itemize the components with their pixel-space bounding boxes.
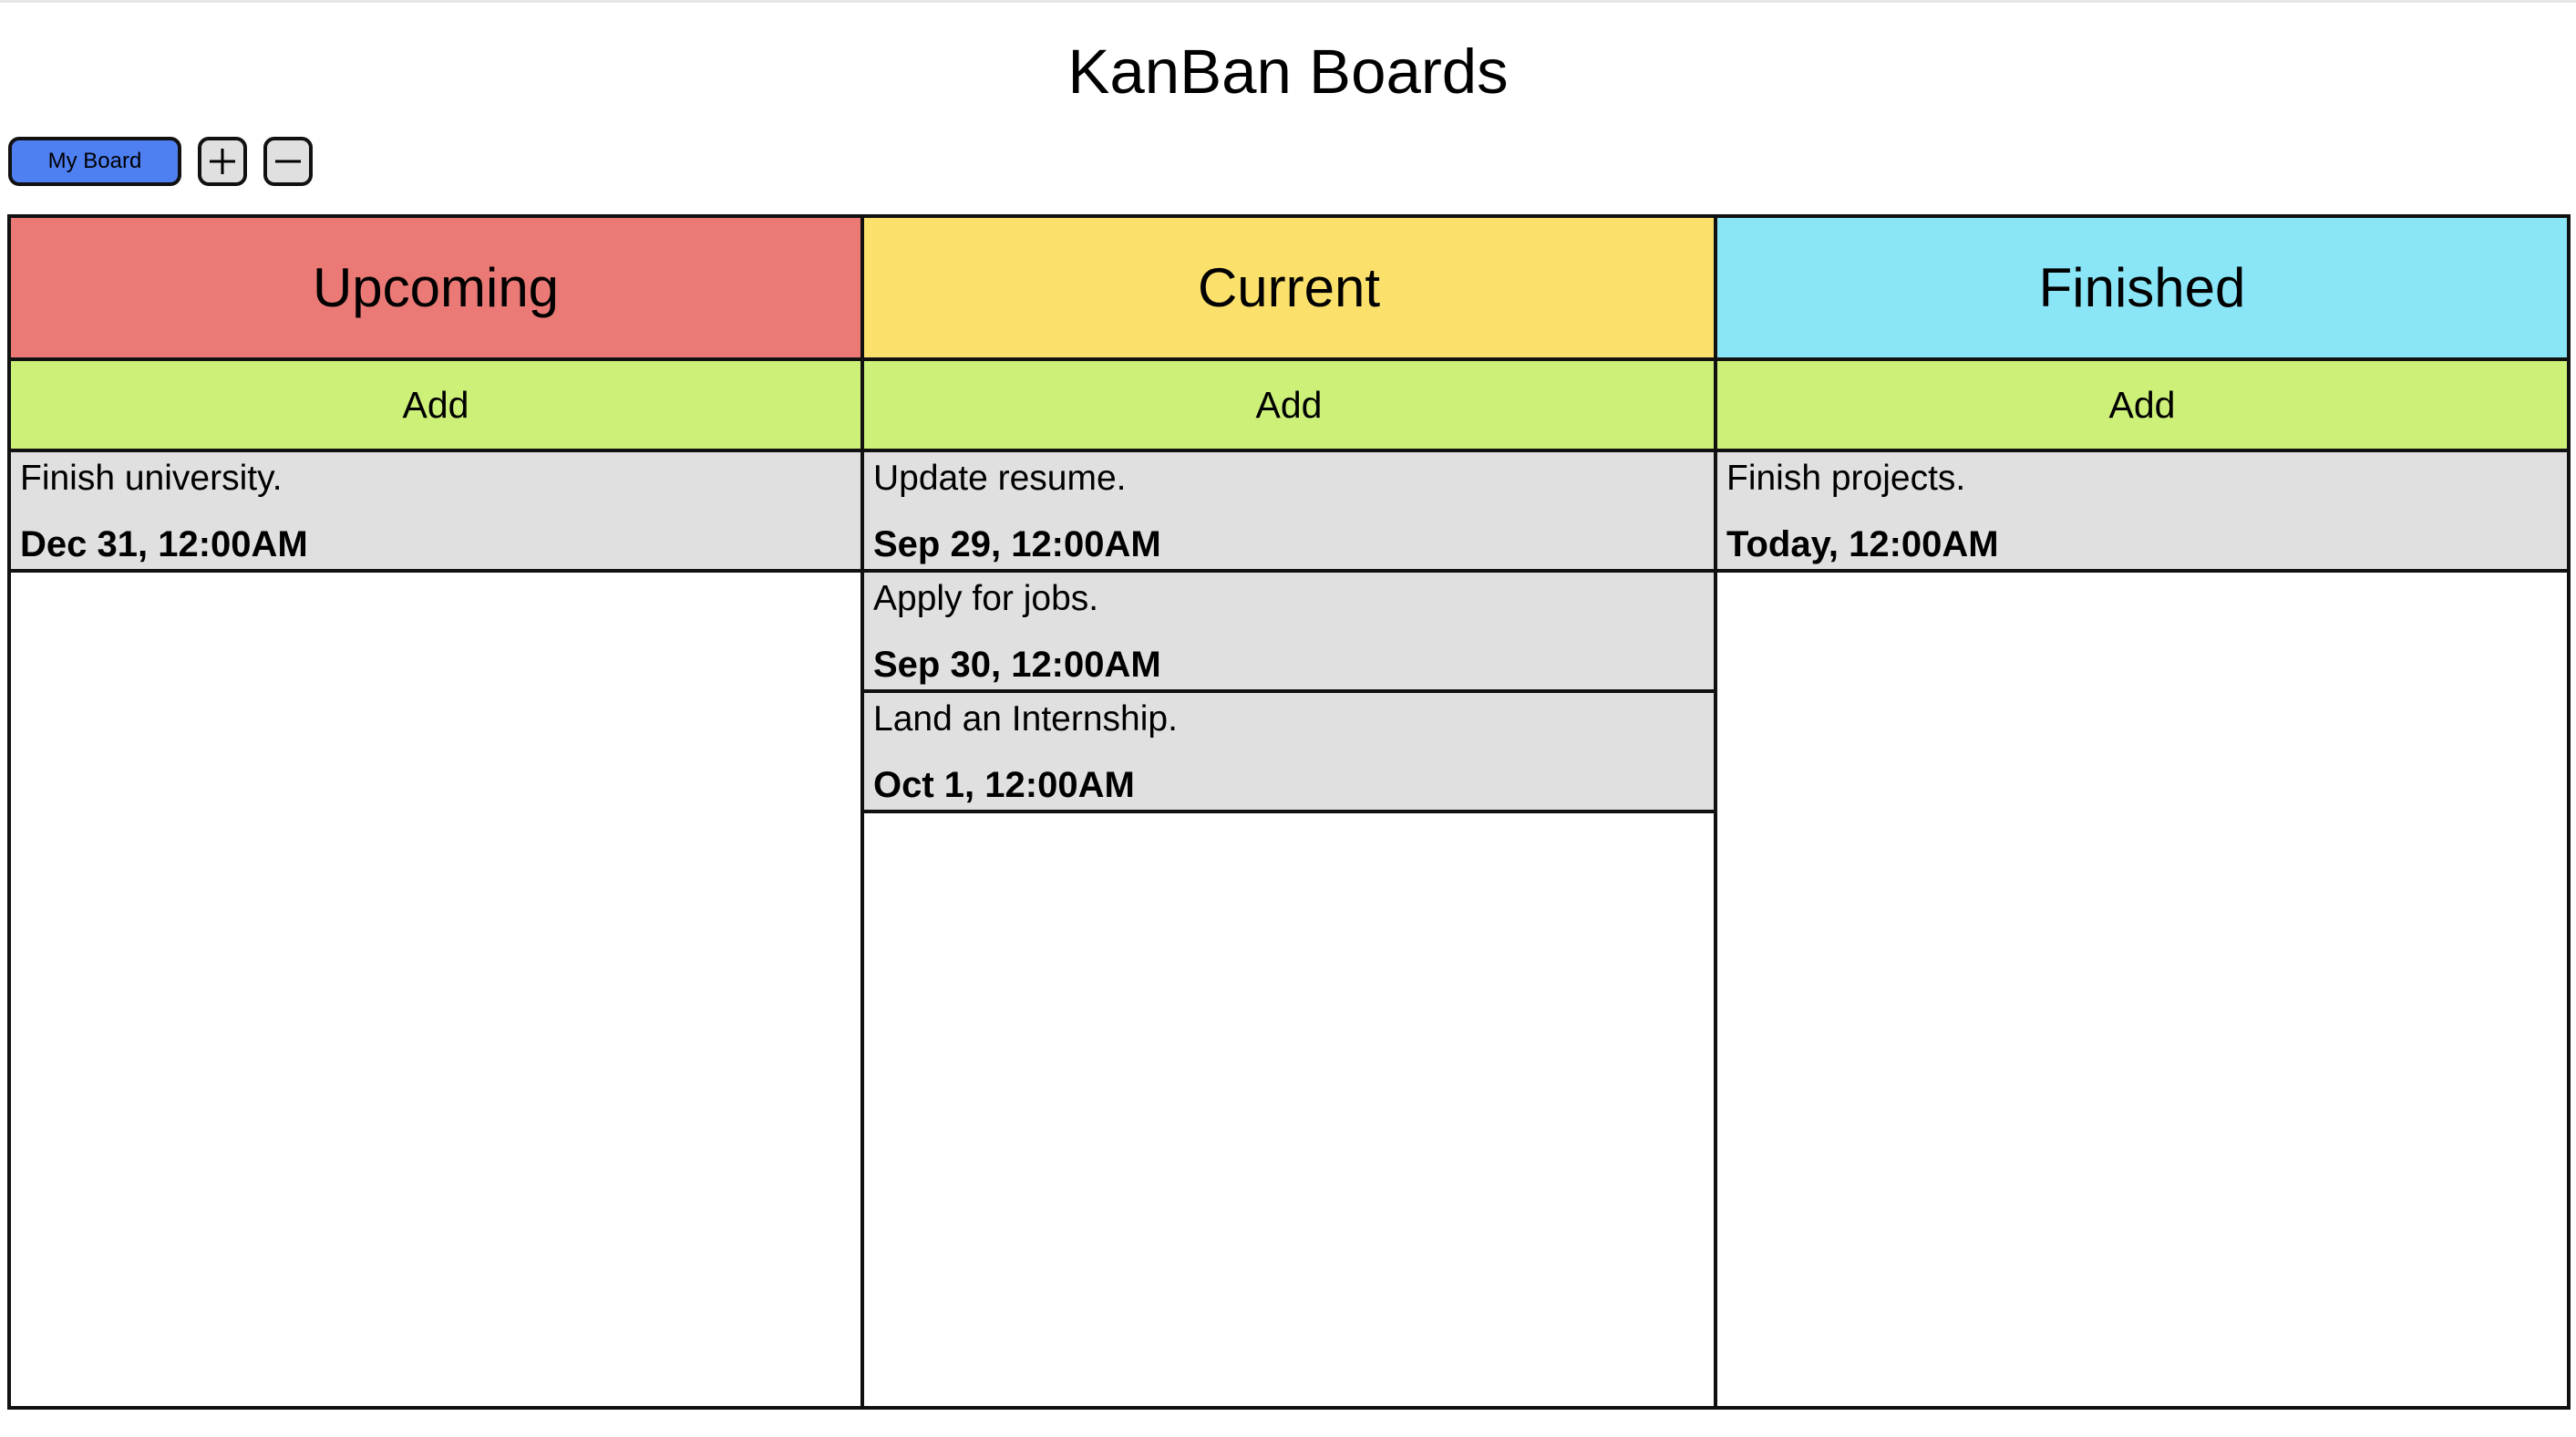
column-header-finished: Finished: [1717, 218, 2567, 361]
board-selector-bar: My Board: [8, 135, 313, 188]
board-tab-my-board[interactable]: My Board: [8, 137, 181, 186]
task-card-date: Oct 1, 12:00AM: [873, 765, 1135, 805]
minus-icon: [275, 160, 301, 163]
column-header-upcoming: Upcoming: [11, 218, 860, 361]
task-card-date: Sep 30, 12:00AM: [873, 645, 1161, 685]
plus-icon: [210, 149, 235, 174]
top-border: [0, 0, 2576, 3]
task-card-text: Land an Internship.: [873, 699, 1178, 739]
remove-board-button[interactable]: [263, 137, 313, 186]
task-card-text: Finish university.: [20, 459, 283, 498]
add-card-button-upcoming[interactable]: Add: [11, 361, 860, 452]
page-title: KanBan Boards: [1067, 36, 1509, 107]
add-card-button-current[interactable]: Add: [864, 361, 1714, 452]
task-card-text: Finish projects.: [1726, 459, 1966, 498]
task-card-date: Sep 29, 12:00AM: [873, 524, 1161, 564]
add-board-button[interactable]: [198, 137, 247, 186]
column-current: Current Add Update resume. Sep 29, 12:00…: [860, 218, 1714, 1406]
task-card-text: Update resume.: [873, 459, 1127, 498]
column-finished: Finished Add Finish projects. Today, 12:…: [1714, 218, 2567, 1406]
task-card-text: Apply for jobs.: [873, 579, 1099, 618]
column-upcoming: Upcoming Add Finish university. Dec 31, …: [11, 218, 860, 1406]
add-card-button-finished[interactable]: Add: [1717, 361, 2567, 452]
kanban-board: Upcoming Add Finish university. Dec 31, …: [7, 214, 2571, 1410]
task-card-date: Today, 12:00AM: [1726, 524, 1999, 564]
task-card[interactable]: Finish university. Dec 31, 12:00AM: [11, 452, 860, 573]
task-card-date: Dec 31, 12:00AM: [20, 524, 308, 564]
task-card[interactable]: Update resume. Sep 29, 12:00AM: [864, 452, 1714, 573]
task-card[interactable]: Apply for jobs. Sep 30, 12:00AM: [864, 573, 1714, 693]
task-card[interactable]: Land an Internship. Oct 1, 12:00AM: [864, 693, 1714, 813]
task-card[interactable]: Finish projects. Today, 12:00AM: [1717, 452, 2567, 573]
column-header-current: Current: [864, 218, 1714, 361]
